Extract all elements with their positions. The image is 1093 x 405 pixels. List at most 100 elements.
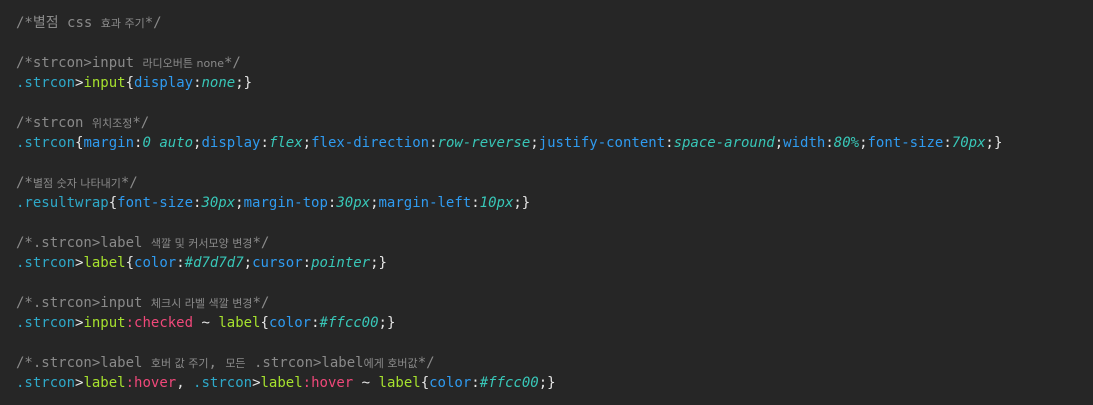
code-token: .strcon>label <box>245 355 364 371</box>
code-token: none <box>201 75 236 91</box>
code-token: ;} <box>370 255 387 271</box>
code-token: { <box>260 315 269 331</box>
code-token: ; <box>370 195 379 211</box>
code-token: cursor <box>252 255 303 271</box>
code-line: .strcon>input:checked ~ label{color:#ffc… <box>16 313 1002 333</box>
code-token: color <box>429 375 472 391</box>
code-token: :hover <box>125 375 177 391</box>
code-token: label <box>378 375 421 391</box>
code-token: { <box>108 195 118 211</box>
code-token: input <box>83 75 126 91</box>
code-line: /*.strcon>label 호버 값 주기, 모든 .strcon>labe… <box>16 353 1002 373</box>
code-token: #ffcc00 <box>479 375 539 391</box>
code-token: justify-content <box>538 135 666 151</box>
code-token: 위치조정 <box>91 117 133 130</box>
code-token: 라디오버튼 none <box>142 57 224 70</box>
code-token: : <box>176 255 185 271</box>
code-token: label <box>260 375 303 391</box>
code-token: ~ <box>193 315 219 331</box>
code-token: 호버 값 주기 <box>150 357 209 370</box>
code-token: 10px <box>479 195 514 211</box>
code-token: /*.strcon>input <box>16 295 151 311</box>
code-token: display <box>134 75 194 91</box>
code-token: , <box>176 375 194 391</box>
code-token: .strcon <box>16 135 76 151</box>
code-token: /*.strcon>label <box>16 355 151 371</box>
code-token: width <box>783 135 826 151</box>
code-token: : <box>471 375 480 391</box>
code-editor[interactable]: /*별점 css 효과 주기*//*strcon>input 라디오버튼 non… <box>16 13 1002 393</box>
code-token: flex <box>268 135 303 151</box>
code-token: */ <box>144 15 162 31</box>
code-token: ; <box>859 135 868 151</box>
code-token: margin <box>83 135 135 151</box>
code-token: : <box>471 195 480 211</box>
code-token: margin-left <box>378 195 472 211</box>
code-token: /*.strcon>label <box>16 235 151 251</box>
code-token: ;} <box>378 315 396 331</box>
code-line: /*별점 css 효과 주기*/ <box>16 13 1002 33</box>
code-token: ;} <box>538 375 556 391</box>
code-line: .strcon{margin:0 auto;display:flex;flex-… <box>16 133 1002 153</box>
code-token: display <box>201 135 261 151</box>
code-token: : <box>429 135 438 151</box>
code-token: 80% <box>833 135 860 151</box>
code-token: .strcon <box>16 315 76 331</box>
code-line: .strcon>label:hover, .strcon>label:hover… <box>16 373 1002 393</box>
code-token: 모든 <box>225 357 246 370</box>
code-token: .strcon <box>16 255 76 271</box>
code-token: : <box>311 315 320 331</box>
code-token: { <box>125 255 135 271</box>
code-token: 에게 호버값 <box>363 357 418 370</box>
code-line: /*strcon>input 라디오버튼 none*/ <box>16 53 1002 73</box>
code-token: */ <box>252 295 270 311</box>
code-line: /*.strcon>label 색깔 및 커서모양 변경*/ <box>16 233 1002 253</box>
code-token: { <box>125 75 135 91</box>
code-line: /*.strcon>input 체크시 라벨 색깔 변경*/ <box>16 293 1002 313</box>
code-token: ;} <box>235 75 253 91</box>
code-token: label <box>83 255 126 271</box>
code-token: : <box>665 135 674 151</box>
code-token: label <box>218 315 261 331</box>
code-token: #d7d7d7 <box>184 255 244 271</box>
code-token: 30px <box>336 195 371 211</box>
code-token: : <box>193 75 202 91</box>
code-token: #ffcc00 <box>319 315 379 331</box>
code-token: ; <box>530 135 539 151</box>
code-token: .resultwrap <box>16 195 109 211</box>
code-token: .strcon <box>16 375 76 391</box>
code-line: .strcon>label{color:#d7d7d7;cursor:point… <box>16 253 1002 273</box>
code-token: 효과 주기 <box>100 17 145 30</box>
code-token: */ <box>132 115 150 131</box>
code-token: 0 auto <box>142 135 194 151</box>
code-token: { <box>420 375 430 391</box>
code-token: 70px <box>951 135 986 151</box>
code-token: > <box>252 375 261 391</box>
code-token: .strcon <box>193 375 253 391</box>
code-token: ; <box>774 135 784 151</box>
code-token: 별점 숫자 나타내기 <box>32 177 121 190</box>
code-token: 30px <box>201 195 236 211</box>
code-token: : <box>825 135 834 151</box>
code-token: ; <box>235 195 244 211</box>
code-token: /*별점 css <box>16 15 101 31</box>
code-token: /*strcon <box>16 115 92 131</box>
code-token: row-reverse <box>437 135 531 151</box>
code-token: ~ <box>353 375 379 391</box>
code-line: .strcon>input{display:none;} <box>16 73 1002 93</box>
code-token: font-size <box>117 195 194 211</box>
code-token: ; <box>243 255 253 271</box>
code-token: :checked <box>125 315 194 331</box>
code-token: */ <box>417 355 435 371</box>
code-token: : <box>302 255 312 271</box>
code-token: ; <box>302 135 312 151</box>
code-token: label <box>83 375 126 391</box>
code-token: pointer <box>311 255 371 271</box>
code-token: color <box>268 315 312 331</box>
code-token: , <box>208 355 226 371</box>
